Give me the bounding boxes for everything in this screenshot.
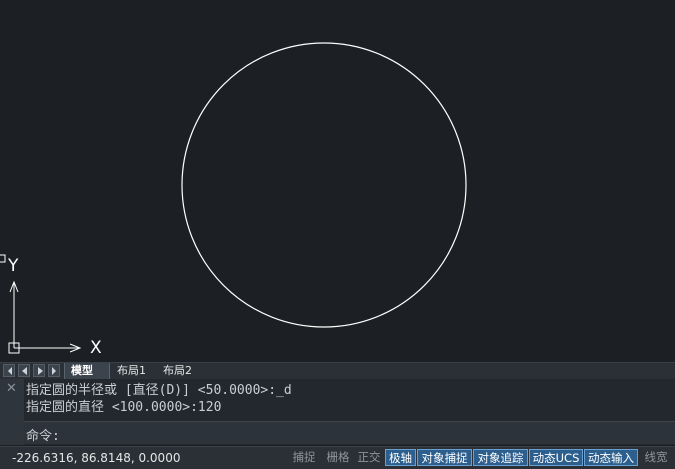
next-tab-button[interactable] xyxy=(33,364,45,377)
last-tab-button[interactable] xyxy=(48,364,60,377)
command-history-line: 指定圆的半径或 [直径(D)] <50.0000>:_d xyxy=(26,383,292,398)
dynamic-ucs-toggle[interactable]: 动态UCS xyxy=(529,449,583,466)
dynamic-input-toggle[interactable]: 动态输入 xyxy=(584,449,638,466)
drawing-canvas[interactable]: Y X xyxy=(0,0,675,362)
first-tab-icon xyxy=(8,367,12,375)
lineweight-toggle[interactable]: 线宽 xyxy=(640,449,672,466)
first-tab-button[interactable] xyxy=(3,364,15,377)
ucs-x-label: X xyxy=(90,338,102,358)
object-track-toggle[interactable]: 对象追踪 xyxy=(473,449,528,466)
command-history-line: 指定圆的直径 <100.0000>:120 xyxy=(26,400,222,415)
layout-tab-bar: 模型 布局1 布局2 xyxy=(0,362,675,379)
command-window-handle[interactable]: ✕ xyxy=(0,379,24,445)
command-window: ✕ 指定圆的半径或 [直径(D)] <50.0000>:_d 指定圆的直径 <1… xyxy=(0,379,675,445)
status-bar: -226.6316, 86.8148, 0.0000 捕捉 栅格 正交 极轴 对… xyxy=(0,446,675,469)
drawing-svg[interactable] xyxy=(0,0,675,362)
close-icon[interactable]: ✕ xyxy=(6,382,17,395)
tab-layout2[interactable]: 布局2 xyxy=(157,363,203,379)
circle-entity[interactable] xyxy=(181,42,467,328)
polar-toggle[interactable]: 极轴 xyxy=(385,449,416,466)
next-tab-icon xyxy=(38,367,43,375)
object-snap-toggle[interactable]: 对象捕捉 xyxy=(417,449,472,466)
tab-model[interactable]: 模型 xyxy=(64,363,110,379)
previous-tab-button[interactable] xyxy=(18,364,30,377)
tab-layout1[interactable]: 布局1 xyxy=(111,363,157,379)
snap-toggle[interactable]: 捕捉 xyxy=(288,449,320,466)
last-tab-icon xyxy=(52,367,56,375)
ucs-y-label: Y xyxy=(8,256,19,276)
coordinate-readout: -226.6316, 86.8148, 0.0000 xyxy=(12,451,181,465)
command-prompt: 命令: xyxy=(26,429,60,444)
ortho-toggle[interactable]: 正交 xyxy=(354,449,384,466)
command-input[interactable]: 命令: xyxy=(24,421,675,444)
grid-toggle[interactable]: 栅格 xyxy=(322,449,354,466)
previous-tab-icon xyxy=(22,367,27,375)
